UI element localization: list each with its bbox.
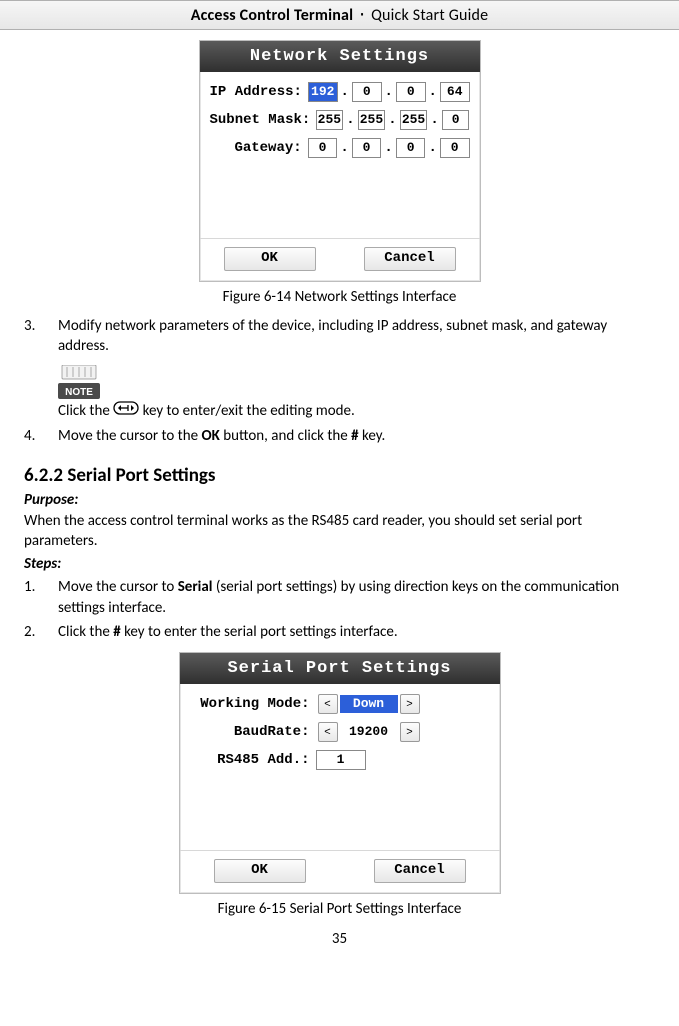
gateway-octet-4[interactable]: 0 [440,138,470,158]
step-4: 4. Move the cursor to the OK button, and… [24,426,655,446]
subnet-octet-1[interactable]: 255 [316,110,344,130]
rs485-addr-value[interactable]: 1 [316,750,366,770]
page-number: 35 [24,930,655,948]
dialog-footer: OK Cancel [180,850,500,893]
chevron-right-icon[interactable]: > [400,722,420,742]
gateway-label: Gateway: [210,140,308,156]
baudrate-value[interactable]: 19200 [340,723,398,741]
figure-caption: Figure 6-15 Serial Port Settings Interfa… [24,900,655,918]
step-number: 3. [24,316,58,357]
working-mode-row: Working Mode: < Down > [190,694,490,714]
subnet-octet-4[interactable]: 0 [442,110,470,130]
rs485-addr-row: RS485 Add.: 1 [190,750,490,770]
ip-octet-4[interactable]: 64 [440,82,470,102]
serial-step-1: 1. Move the cursor to Serial (serial por… [24,577,655,618]
purpose-text: When the access control terminal works a… [24,511,655,552]
gateway-octet-2[interactable]: 0 [352,138,382,158]
step-number: 1. [24,577,58,618]
section-heading: 6.2.2 Serial Port Settings [24,464,655,487]
figure-serial-port-settings: Serial Port Settings Working Mode: < Dow… [24,652,655,918]
edit-key-icon [113,401,139,422]
steps-label: Steps: [24,555,655,573]
subnet-mask-label: Subnet Mask: [210,112,316,128]
step-text: Click the # key to enter the serial port… [58,622,655,642]
ip-octet-2[interactable]: 0 [352,82,382,102]
ip-address-label: IP Address: [210,84,308,100]
working-mode-value[interactable]: Down [340,695,398,713]
cancel-button[interactable]: Cancel [374,859,466,883]
dialog-body: Working Mode: < Down > BaudRate: < 19200… [180,684,500,850]
cancel-button[interactable]: Cancel [364,247,456,271]
gateway-octet-3[interactable]: 0 [396,138,426,158]
chevron-right-icon[interactable]: > [400,694,420,714]
purpose-label: Purpose: [24,491,655,509]
gateway-octet-1[interactable]: 0 [308,138,338,158]
ip-octet-1[interactable]: 192 [308,82,338,102]
figure-network-settings: Network Settings IP Address: 192. 0. 0. … [24,40,655,306]
working-mode-label: Working Mode: [190,696,316,712]
subnet-octet-3[interactable]: 255 [400,110,428,130]
serial-port-settings-dialog: Serial Port Settings Working Mode: < Dow… [179,652,501,894]
baudrate-label: BaudRate: [190,724,316,740]
gateway-row: Gateway: 0. 0. 0. 0 [210,138,470,158]
dialog-footer: OK Cancel [200,238,480,281]
header-title-rest: Quick Start Guide [371,6,488,25]
serial-step-2: 2. Click the # key to enter the serial p… [24,622,655,642]
network-settings-dialog: Network Settings IP Address: 192. 0. 0. … [199,40,481,282]
ok-button[interactable]: OK [214,859,306,883]
figure-caption: Figure 6-14 Network Settings Interface [24,288,655,306]
step-text: Move the cursor to the OK button, and cl… [58,426,655,446]
svg-text:NOTE: NOTE [65,387,93,398]
step-number: 4. [24,426,58,446]
dialog-title: Serial Port Settings [180,653,500,684]
dialog-title: Network Settings [200,41,480,72]
step-text: Move the cursor to Serial (serial port s… [58,577,655,618]
ip-address-row: IP Address: 192. 0. 0. 64 [210,82,470,102]
rs485-addr-label: RS485 Add.: [190,752,316,768]
page-header: Access Control Terminal·Quick Start Guid… [0,0,679,30]
note-icon: NOTE [58,365,100,399]
chevron-left-icon[interactable]: < [318,694,338,714]
step-3: 3. Modify network parameters of the devi… [24,316,655,357]
subnet-mask-row: Subnet Mask: 255. 255. 255. 0 [210,110,470,130]
header-title-bold: Access Control Terminal [191,6,353,25]
baudrate-row: BaudRate: < 19200 > [190,722,490,742]
note-text: Click the key to enter/exit the editing … [58,401,655,422]
subnet-octet-2[interactable]: 255 [358,110,386,130]
ip-octet-3[interactable]: 0 [396,82,426,102]
ok-button[interactable]: OK [224,247,316,271]
chevron-left-icon[interactable]: < [318,722,338,742]
step-number: 2. [24,622,58,642]
header-separator: · [353,5,371,24]
dialog-body: IP Address: 192. 0. 0. 64 Subnet Mask: 2… [200,72,480,238]
step-text: Modify network parameters of the device,… [58,316,655,357]
